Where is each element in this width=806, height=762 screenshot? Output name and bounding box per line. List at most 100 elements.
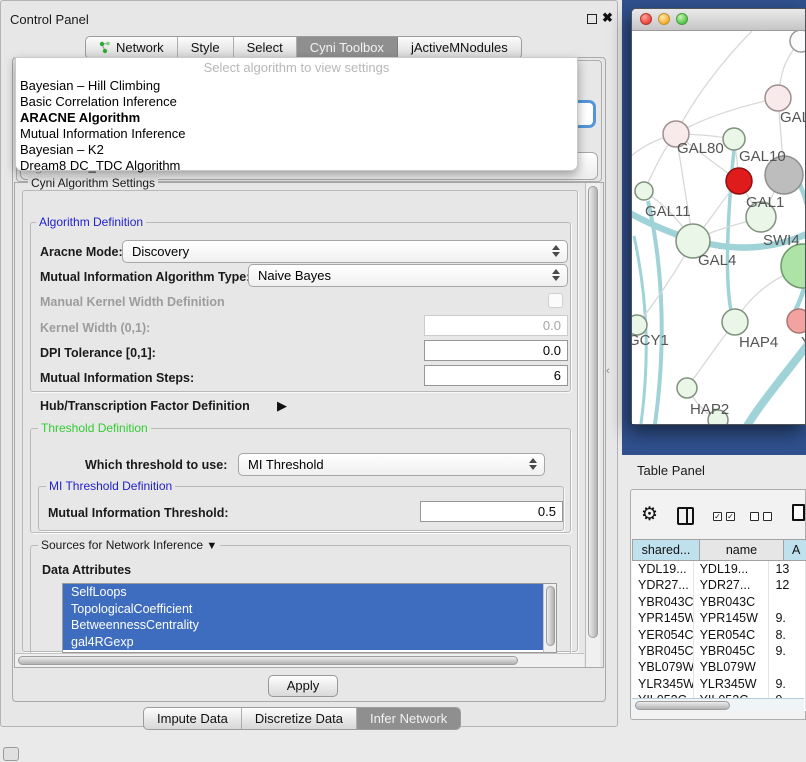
table-row[interactable]: YDR27...YDR27...12: [632, 577, 806, 593]
mi-type-select[interactable]: Naive Bayes: [248, 264, 568, 287]
dropdown-item[interactable]: Bayesian – K2: [16, 142, 577, 158]
network-icon: [99, 41, 111, 54]
tab-infer-network[interactable]: Infer Network: [357, 708, 460, 729]
cell: 9.: [769, 610, 806, 626]
aracne-mode-select[interactable]: Discovery: [122, 240, 568, 263]
cell: YBR043C: [632, 594, 694, 610]
tab-impute-data[interactable]: Impute Data: [144, 708, 242, 729]
cell: 9.: [769, 643, 806, 659]
attribute-item-selected[interactable]: TopologicalCoefficient: [63, 601, 545, 618]
sources-title-text: Sources for Network Inference: [41, 538, 203, 552]
show-columns-icon[interactable]: [677, 507, 694, 525]
select-all-attributes-icon[interactable]: ✓ ✓: [713, 512, 735, 521]
control-panel-tabs: Network Style Select Cyni Toolbox jActiv…: [85, 36, 522, 59]
network-graph: [632, 31, 805, 424]
tab-cyni-toolbox[interactable]: Cyni Toolbox: [297, 37, 398, 58]
deselect-all-attributes-icon[interactable]: [750, 512, 772, 521]
data-attributes-list[interactable]: SelfLoops TopologicalCoefficient Between…: [62, 583, 557, 653]
splitter-collapse-icon[interactable]: ‹: [606, 365, 610, 377]
node-label: GAL: [780, 109, 805, 126]
table-row[interactable]: YBR043CYBR043C: [632, 594, 806, 610]
tab-style-label: Style: [191, 40, 220, 55]
attribute-item-selected[interactable]: gal4RGexp: [63, 634, 545, 651]
dropdown-item[interactable]: Bayesian – Hill Climbing: [16, 78, 577, 94]
node-label: HAP2: [690, 401, 729, 418]
tab-select-label: Select: [247, 40, 283, 55]
dropdown-item[interactable]: Basic Correlation Inference: [16, 94, 577, 110]
settings-vertical-scrollbar[interactable]: [585, 183, 600, 667]
table-row[interactable]: YPR145WYPR145W9.: [632, 610, 806, 626]
docked-panel-icon[interactable]: [3, 747, 19, 761]
node-pink: [787, 309, 805, 333]
threshold-definition-title: Threshold Definition: [38, 421, 151, 435]
control-panel-title: Control Panel: [10, 12, 89, 27]
tab-network[interactable]: Network: [86, 37, 178, 58]
mi-steps-field[interactable]: 6: [424, 365, 568, 386]
hub-section-label: Hub/Transcription Factor Definition: [40, 399, 250, 413]
aracne-mode-label: Aracne Mode:: [40, 245, 123, 259]
cell: 12: [769, 577, 806, 593]
tab-impute-data-label: Impute Data: [157, 711, 228, 726]
node-label: GAL80: [677, 140, 724, 157]
mi-threshold-field[interactable]: 0.5: [420, 501, 563, 522]
float-window-icon[interactable]: [587, 14, 597, 24]
dpi-tolerance-field[interactable]: 0.0: [424, 340, 568, 361]
window-zoom-button[interactable]: [676, 13, 688, 25]
unchecked-box-icon: [763, 512, 772, 521]
dropdown-item[interactable]: Dream8 DC_TDC Algorithm: [16, 158, 577, 174]
cell: YLR345W: [694, 676, 770, 692]
aracne-mode-value: Discovery: [132, 244, 189, 259]
cyni-bottom-tabs: Impute Data Discretize Data Infer Networ…: [143, 707, 461, 730]
node-table[interactable]: YDL19...YDL19...13 YDR27...YDR27...12 YB…: [632, 561, 806, 711]
table-row[interactable]: YER054CYER054C8.: [632, 627, 806, 643]
attribute-item-selected[interactable]: SelfLoops: [63, 584, 545, 601]
expanded-arrow-icon[interactable]: ▼: [206, 540, 217, 552]
window-minimize-button[interactable]: [658, 13, 670, 25]
dropdown-placeholder: Select algorithm to view settings: [16, 58, 577, 78]
dropdown-item-selected[interactable]: ARACNE Algorithm: [16, 110, 577, 126]
column-header-shared-name[interactable]: shared...: [632, 539, 700, 561]
column-header-clipped[interactable]: A: [784, 539, 806, 561]
node-gal11: [635, 182, 653, 200]
tab-network-label: Network: [116, 40, 164, 55]
kernel-width-field[interactable]: 0.0: [424, 315, 568, 336]
table-row[interactable]: YLR345WYLR345W9.: [632, 676, 806, 692]
cell: YDL19...: [632, 561, 694, 577]
dropdown-item[interactable]: Mutual Information Inference: [16, 126, 577, 142]
table-row[interactable]: YBL079WYBL079W: [632, 659, 806, 675]
cell: YPR145W: [694, 610, 770, 626]
manual-kernel-checkbox[interactable]: [548, 293, 563, 308]
attribute-item-selected[interactable]: BetweennessCentrality: [63, 617, 545, 634]
spinner-icon: [529, 458, 537, 470]
node-label: Y: [801, 334, 805, 351]
settings-horizontal-scrollbar[interactable]: [15, 653, 584, 667]
table-panel-title: Table Panel: [637, 463, 705, 478]
close-icon[interactable]: ✖: [602, 10, 613, 26]
file-icon[interactable]: [792, 504, 805, 521]
node-label: HAP4: [739, 334, 778, 351]
tab-discretize-data[interactable]: Discretize Data: [242, 708, 357, 729]
tab-style[interactable]: Style: [178, 37, 234, 58]
kernel-width-label: Kernel Width (0,1):: [40, 321, 150, 335]
list-scrollbar[interactable]: [543, 584, 556, 652]
table-row[interactable]: YDL19...YDL19...13: [632, 561, 806, 577]
which-threshold-select[interactable]: MI Threshold: [238, 453, 545, 476]
node-label: GCY1: [632, 332, 669, 349]
apply-button[interactable]: Apply: [268, 675, 338, 697]
node-red-selected: [726, 168, 752, 194]
tab-jactivemnodules[interactable]: jActiveMNodules: [398, 37, 521, 58]
cell: YBR045C: [694, 643, 770, 659]
column-header-name[interactable]: name: [700, 539, 784, 561]
network-canvas[interactable]: GAL GAL80 GAL10 GAL1 GAL11 SWI4 GAL4 GCY…: [632, 31, 805, 424]
table-horizontal-scrollbar[interactable]: [632, 698, 804, 711]
cell: [769, 594, 806, 610]
tab-select[interactable]: Select: [234, 37, 297, 58]
node-hap4: [722, 309, 748, 335]
collapsed-arrow-icon[interactable]: ▶: [277, 398, 287, 414]
node-gal10: [723, 128, 745, 150]
gear-icon[interactable]: ⚙: [641, 503, 658, 526]
window-close-button[interactable]: [640, 13, 652, 25]
table-row[interactable]: YBR045CYBR045C9.: [632, 643, 806, 659]
node-green-large: [781, 244, 805, 288]
mi-type-label: Mutual Information Algorithm Type:: [40, 270, 250, 284]
